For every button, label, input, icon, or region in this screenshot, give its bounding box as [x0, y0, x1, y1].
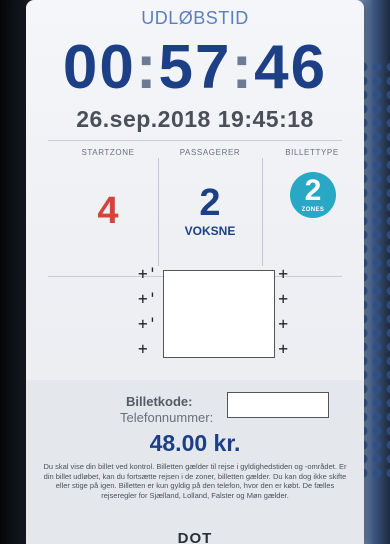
countdown-seconds: 46 — [254, 33, 328, 102]
code-line-right: + — [278, 339, 288, 358]
startzone-column: STARTZONE 4 — [60, 138, 156, 273]
tickettype-header: BILLETTYPE — [285, 148, 339, 157]
expiry-datetime: 26.sep.2018 19:45:18 — [76, 106, 314, 132]
countdown-separator: : — [231, 33, 255, 102]
passengers-header: PASSAGERER — [179, 148, 241, 157]
zones-count: 2 — [304, 174, 322, 207]
phone-label: Telefonnummer: — [120, 410, 214, 425]
ticket-price: 48.00 kr. — [149, 430, 241, 456]
passengers-value: 2 — [199, 182, 221, 224]
ticket-code-label: Billetkode: — [126, 394, 193, 409]
countdown-hours: 00 — [62, 33, 136, 102]
redaction-box-code — [163, 270, 275, 358]
code-line-left: +' — [138, 289, 158, 308]
tickettype-column: BILLETTYPE 2 ZONES — [264, 138, 360, 273]
code-line-right: + — [278, 314, 288, 333]
expiry-header: UDLØBSTID — [141, 8, 249, 28]
mobile-ticket: UDLØBSTID 00:57:46 26.sep.2018 19:45:18 … — [26, 0, 364, 544]
startzone-header: STARTZONE — [81, 148, 135, 157]
zones-label: ZONES — [301, 207, 325, 213]
ticket-terms: Du skal vise din billet ved kontrol. Bil… — [43, 462, 347, 500]
redaction-box-details — [227, 392, 329, 418]
countdown-separator: : — [135, 33, 159, 102]
code-line-right: + — [278, 264, 288, 283]
column-divider — [262, 158, 263, 266]
zones-badge: 2 ZONES — [290, 172, 336, 218]
countdown-timer: 00:57:46 — [26, 32, 364, 103]
startzone-value: 4 — [97, 190, 119, 232]
code-line-left: +' — [138, 314, 158, 333]
operator-logo: DOT — [177, 530, 213, 544]
code-line-left: +' — [138, 264, 158, 283]
code-line-right: + — [278, 289, 288, 308]
code-line-left: + — [138, 339, 148, 358]
countdown-minutes: 57 — [158, 33, 232, 102]
passengers-column: PASSAGERER 2 VOKSNE — [160, 138, 260, 273]
passengers-type: VOKSNE — [184, 224, 236, 238]
column-divider — [158, 158, 159, 266]
